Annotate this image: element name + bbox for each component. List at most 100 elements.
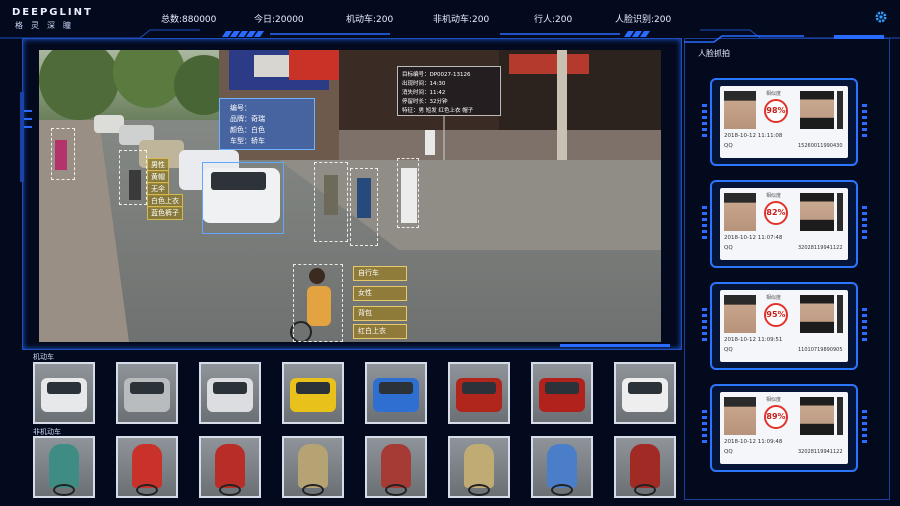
capture-site: QQ <box>724 449 733 455</box>
red-suv <box>539 378 585 412</box>
captured-face <box>724 295 756 333</box>
face-card-list: 相似度 98% 2018-10-12 11:11:08 QQ 1526001199043… <box>700 60 880 500</box>
motor-thumb[interactable] <box>531 362 593 424</box>
white-suv <box>622 378 668 412</box>
vehicle-detection-box[interactable] <box>202 162 284 234</box>
target-connector <box>443 116 445 160</box>
capture-time: 2018-10-12 11:09:51 <box>724 337 783 343</box>
card-side-decor <box>862 410 867 444</box>
frame-bottom-decor <box>560 344 670 347</box>
panel-top-decor <box>684 35 884 43</box>
similarity-score: 98% <box>764 99 788 123</box>
wheel <box>385 484 407 496</box>
matched-face <box>800 193 834 231</box>
motor-thumb[interactable] <box>614 362 676 424</box>
similarity-score: 95% <box>764 303 788 327</box>
capture-site: QQ <box>724 245 733 251</box>
person-detection-box[interactable] <box>119 150 147 205</box>
captured-face <box>724 91 756 129</box>
motor-thumb[interactable] <box>116 362 178 424</box>
nonmotor-thumb[interactable] <box>531 436 593 498</box>
vehicle-type: 车型：轿车 <box>230 137 265 145</box>
card-side-decor <box>862 308 867 342</box>
dwell-time: 停留时长：32分钟 <box>402 99 448 105</box>
motor-thumb[interactable] <box>282 362 344 424</box>
face-card-body: 相似度 82% 2018-10-12 11:07:48 QQ 3202811994112… <box>720 188 848 260</box>
logo-wordmark: DEEPGLINT <box>12 7 93 18</box>
face-card[interactable]: 相似度 98% 2018-10-12 11:11:08 QQ 1526001199043… <box>702 78 867 166</box>
cyclist-detection-box[interactable] <box>293 264 343 342</box>
frame-side-decor <box>20 92 24 182</box>
disappear-time: 消失时间：11:42 <box>402 90 446 96</box>
motor-row-label: 机动车 <box>33 353 54 361</box>
wheel <box>53 484 75 496</box>
green-raincoat-rider <box>49 444 79 496</box>
motor-thumb[interactable] <box>365 362 427 424</box>
similarity-score: 82% <box>764 201 788 225</box>
motor-thumb[interactable] <box>199 362 261 424</box>
windshield <box>47 382 81 394</box>
wheel <box>468 484 490 496</box>
face-card-body: 相似度 89% 2018-10-12 11:09:48 QQ 3202811994112… <box>720 392 848 464</box>
cyclist-tag-top: 红白上衣 <box>353 324 407 339</box>
red-raincoat-rider <box>630 444 660 496</box>
frame-tick <box>24 126 32 128</box>
nonmotor-thumb[interactable] <box>448 436 510 498</box>
person-detection-box[interactable] <box>314 162 348 242</box>
person-detection-box[interactable] <box>51 128 75 180</box>
nonmotor-thumb[interactable] <box>33 436 95 498</box>
red-raincoat-rider <box>132 444 162 496</box>
motor-vehicle-strip <box>33 362 683 426</box>
person-id: 32028119941122 <box>798 449 843 455</box>
blue-truck <box>373 378 419 412</box>
vehicle-info-panel: 编号： 品牌：奇瑞 颜色：白色 车型：轿车 <box>219 98 315 150</box>
nonmotor-thumb[interactable] <box>199 436 261 498</box>
face-card[interactable]: 相似度 89% 2018-10-12 11:09:48 QQ 3202811994112… <box>702 384 867 472</box>
person-id: 11010719890905 <box>798 347 843 353</box>
nonmotor-thumb[interactable] <box>116 436 178 498</box>
capture-time: 2018-10-12 11:11:08 <box>724 133 783 139</box>
capture-time: 2018-10-12 11:09:48 <box>724 439 783 445</box>
surveillance-video[interactable]: 编号： 品牌：奇瑞 颜色：白色 车型：轿车 目标编号：DP0027-13126 … <box>39 50 661 342</box>
wheel <box>634 484 656 496</box>
nonmotor-thumb[interactable] <box>614 436 676 498</box>
cyclist-tag-bag: 背包 <box>353 306 407 321</box>
captured-face <box>724 397 756 435</box>
target-id: 目标编号：DP0027-13126 <box>402 72 471 78</box>
beige-cyclist <box>298 444 328 496</box>
beige-cyclist <box>464 444 494 496</box>
face-card[interactable]: 相似度 95% 2018-10-12 11:09:51 QQ 1101071989090… <box>702 282 867 370</box>
similarity-score: 89% <box>764 405 788 429</box>
card-side-decor <box>862 206 867 240</box>
card-side-decor <box>862 104 867 138</box>
red-raincoat-rider <box>215 444 245 496</box>
windshield <box>379 382 413 394</box>
person-detection-box[interactable] <box>350 168 378 246</box>
id-photo-strip <box>837 295 843 333</box>
vehicle-id-label: 编号： <box>230 104 251 112</box>
matched-face <box>800 295 834 333</box>
white-sedan <box>207 378 253 412</box>
windshield <box>462 382 496 394</box>
card-side-decor <box>702 104 707 138</box>
card-side-decor <box>702 308 707 342</box>
card-side-decor <box>702 206 707 240</box>
windshield <box>296 382 330 394</box>
person-detection-box[interactable] <box>397 158 419 228</box>
capture-site: QQ <box>724 347 733 353</box>
person-id: 15260011990430 <box>798 143 843 149</box>
id-photo-strip <box>837 193 843 231</box>
nonmotor-thumb[interactable] <box>282 436 344 498</box>
gear-icon[interactable] <box>874 10 888 24</box>
frame-tick <box>24 110 32 112</box>
matched-face <box>800 397 834 435</box>
face-card[interactable]: 相似度 82% 2018-10-12 11:07:48 QQ 3202811994112… <box>702 180 867 268</box>
motor-thumb[interactable] <box>448 362 510 424</box>
similarity-label: 相似度 <box>766 91 782 97</box>
silver-sedan <box>124 378 170 412</box>
nonmotor-thumb[interactable] <box>365 436 427 498</box>
blue-shirt-riders <box>547 444 577 496</box>
wheel <box>136 484 158 496</box>
motor-thumb[interactable] <box>33 362 95 424</box>
face-card-body: 相似度 95% 2018-10-12 11:09:51 QQ 1101071989090… <box>720 290 848 362</box>
